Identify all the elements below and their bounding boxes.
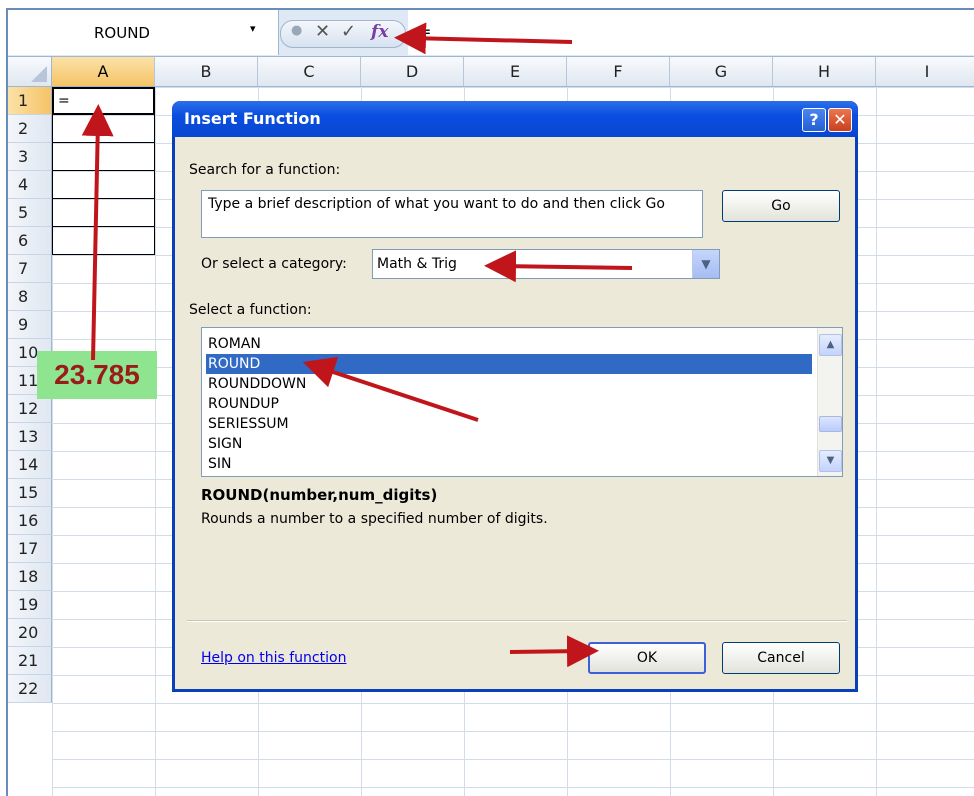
row-header[interactable]: 16 (8, 507, 52, 535)
row-header[interactable]: 6 (8, 227, 52, 255)
function-description: Rounds a number to a specified number of… (201, 511, 548, 527)
row-header[interactable]: 20 (8, 619, 52, 647)
cancel-entry-icon[interactable]: ✕ (315, 21, 330, 42)
formula-bar: ROUND ▾ ● ✕ ✓ fx = (8, 10, 974, 57)
row-header[interactable]: 18 (8, 563, 52, 591)
insert-function-dialog: Insert Function ? ✕ Search for a functio… (172, 101, 858, 692)
row-header[interactable]: 12 (8, 395, 52, 423)
function-signature: ROUND(number,num_digits) (201, 486, 438, 504)
row-header[interactable]: 2 (8, 115, 52, 143)
row-header[interactable]: 1 (8, 87, 52, 115)
bordered-cell[interactable] (52, 171, 155, 199)
list-item[interactable]: SIGN (206, 434, 812, 454)
column-header-d[interactable]: D (361, 57, 464, 87)
function-list[interactable]: ROMAN ROUND ROUNDDOWN ROUNDUP SERIESSUM … (201, 327, 843, 477)
scroll-up-icon[interactable]: ▲ (819, 334, 842, 356)
formula-buttons: ● ✕ ✓ fx (280, 20, 406, 48)
resize-handle-icon: ● (291, 23, 303, 38)
search-label: Search for a function: (189, 162, 341, 178)
divider (187, 620, 847, 622)
column-header-e[interactable]: E (464, 57, 567, 87)
ok-button[interactable]: OK (588, 642, 706, 674)
list-item-selected[interactable]: ROUND (206, 354, 812, 374)
column-header-h[interactable]: H (773, 57, 876, 87)
list-item[interactable]: ROUNDDOWN (206, 374, 812, 394)
scroll-down-icon[interactable]: ▼ (819, 450, 842, 472)
insert-function-button[interactable]: fx (371, 22, 388, 42)
list-item[interactable]: SERIESSUM (206, 414, 812, 434)
row-header[interactable]: 14 (8, 451, 52, 479)
row-header[interactable]: 13 (8, 423, 52, 451)
select-all-corner[interactable] (8, 57, 52, 87)
column-header-i[interactable]: I (876, 57, 974, 87)
column-header-g[interactable]: G (670, 57, 773, 87)
close-button[interactable]: ✕ (828, 108, 852, 132)
search-input[interactable]: Type a brief description of what you wan… (201, 190, 703, 238)
list-item[interactable]: ROUNDUP (206, 394, 812, 414)
list-scrollbar[interactable]: ▲ ▼ (817, 328, 842, 476)
row-header[interactable]: 5 (8, 199, 52, 227)
function-label: Select a function: (189, 302, 312, 318)
result-callout: 23.785 (37, 351, 157, 399)
cancel-button[interactable]: Cancel (722, 642, 840, 674)
list-item[interactable]: ROMAN (206, 334, 812, 354)
column-header-a[interactable]: A (52, 57, 155, 87)
category-value: Math & Trig (377, 256, 457, 272)
row-header[interactable]: 8 (8, 283, 52, 311)
row-header[interactable]: 9 (8, 311, 52, 339)
help-button[interactable]: ? (802, 108, 826, 132)
name-box-value: ROUND (94, 24, 150, 42)
active-cell-a1[interactable]: = (52, 87, 155, 115)
gridline (155, 87, 156, 796)
select-all-icon (31, 66, 47, 82)
bordered-cell[interactable] (52, 143, 155, 171)
formula-text: = (418, 22, 432, 41)
column-header-f[interactable]: F (567, 57, 670, 87)
row-header[interactable]: 21 (8, 647, 52, 675)
row-header[interactable]: 17 (8, 535, 52, 563)
row-header[interactable]: 19 (8, 591, 52, 619)
name-box-dropdown-icon[interactable]: ▾ (250, 22, 256, 35)
category-label: Or select a category: (201, 256, 347, 272)
category-select[interactable]: Math & Trig ▼ (372, 249, 720, 279)
scroll-thumb[interactable] (819, 416, 842, 432)
bordered-cell[interactable] (52, 199, 155, 227)
list-item[interactable]: SIN (206, 454, 812, 474)
row-header[interactable]: 15 (8, 479, 52, 507)
dialog-title: Insert Function (184, 109, 321, 128)
row-header[interactable]: 7 (8, 255, 52, 283)
gridline (876, 87, 877, 796)
go-button[interactable]: Go (722, 190, 840, 222)
bordered-cell[interactable] (52, 115, 155, 143)
enter-entry-icon[interactable]: ✓ (341, 21, 356, 42)
bordered-cell[interactable] (52, 227, 155, 255)
row-header[interactable]: 22 (8, 675, 52, 703)
row-header[interactable]: 4 (8, 171, 52, 199)
formula-input[interactable]: = (408, 10, 974, 55)
chevron-down-icon[interactable]: ▼ (692, 250, 719, 278)
name-box[interactable]: ROUND ▾ (8, 10, 279, 55)
row-header[interactable]: 3 (8, 143, 52, 171)
column-header-c[interactable]: C (258, 57, 361, 87)
dialog-titlebar[interactable]: Insert Function ? ✕ (172, 101, 858, 137)
help-on-function-link[interactable]: Help on this function (201, 650, 346, 666)
column-header-b[interactable]: B (155, 57, 258, 87)
